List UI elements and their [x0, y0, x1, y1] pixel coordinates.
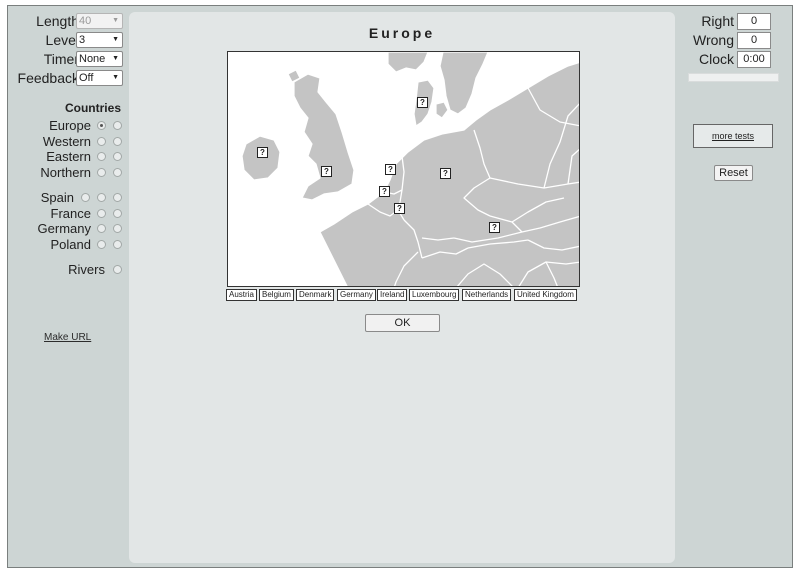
question-marker-germany[interactable]: ? — [440, 168, 451, 179]
question-marker-ireland[interactable]: ? — [257, 147, 268, 158]
level-row: Level 3 ▼ — [8, 32, 129, 49]
chevron-down-icon: ▼ — [112, 74, 119, 81]
option-label: Northern — [40, 165, 91, 180]
radio-germany-1[interactable] — [97, 224, 106, 233]
reset-button[interactable]: Reset — [714, 165, 753, 181]
level-value: 3 — [79, 34, 86, 46]
tag-luxembourg[interactable]: Luxembourg — [409, 289, 460, 301]
map-svg — [228, 52, 579, 286]
radio-germany-2[interactable] — [113, 224, 122, 233]
radio-spain-3[interactable] — [113, 193, 122, 202]
tag-united-kingdom[interactable]: United Kingdom — [514, 289, 577, 301]
radio-poland-2[interactable] — [113, 240, 122, 249]
timer-value: None — [79, 53, 106, 65]
option-label: Poland — [50, 237, 91, 252]
tag-belgium[interactable]: Belgium — [259, 289, 294, 301]
length-value: 40 — [79, 15, 92, 27]
question-marker-uk[interactable]: ? — [321, 166, 332, 177]
make-url-link[interactable]: Make URL — [44, 332, 91, 343]
option-rivers: Rivers — [8, 262, 129, 277]
radio-eastern-1[interactable] — [97, 152, 106, 161]
question-marker-belgium[interactable]: ? — [379, 186, 390, 197]
tag-ireland[interactable]: Ireland — [377, 289, 408, 301]
radio-france-1[interactable] — [97, 209, 106, 218]
option-label: Spain — [40, 190, 74, 205]
clock-label: Clock — [698, 51, 734, 67]
length-label: Length — [36, 13, 79, 29]
option-western: Western — [8, 134, 129, 149]
wrong-label: Wrong — [693, 32, 734, 48]
wrong-row: Wrong 0 — [675, 32, 794, 49]
quiz-frame: Length 40 ▼ Level 3 ▼ Timer None ▼ Feedb… — [7, 5, 793, 568]
option-label: Western — [42, 134, 91, 149]
option-label: Eastern — [46, 149, 91, 164]
right-row: Right 0 — [675, 13, 794, 30]
chevron-down-icon: ▼ — [112, 17, 119, 24]
option-germany: Germany — [8, 221, 129, 236]
countries-heading: Countries — [64, 101, 121, 115]
radio-europe-1[interactable] — [97, 121, 106, 130]
question-marker-austria[interactable]: ? — [489, 222, 500, 233]
tag-netherlands[interactable]: Netherlands — [462, 289, 512, 301]
radio-northern-1[interactable] — [97, 168, 106, 177]
length-row: Length 40 ▼ — [8, 13, 129, 30]
right-count: 0 — [737, 13, 771, 30]
progress-bar — [688, 73, 779, 82]
quiz-title: Europe — [368, 25, 436, 41]
clock-value: 0:00 — [737, 51, 771, 68]
timer-row: Timer None ▼ — [8, 51, 129, 68]
clock-row: Clock 0:00 — [675, 51, 794, 68]
level-select[interactable]: 3 ▼ — [76, 32, 123, 48]
radio-rivers[interactable] — [113, 265, 122, 274]
radio-poland-1[interactable] — [97, 240, 106, 249]
option-label: Germany — [37, 221, 91, 236]
radio-europe-2[interactable] — [113, 121, 122, 130]
radio-france-2[interactable] — [113, 209, 122, 218]
radio-western-2[interactable] — [113, 137, 122, 146]
question-marker-netherlands[interactable]: ? — [385, 164, 396, 175]
quiz-main: Europe ? ? ? ? ? ? ? ? Austria Belgium D… — [129, 12, 675, 563]
chevron-down-icon: ▼ — [112, 55, 119, 62]
radio-northern-2[interactable] — [113, 168, 122, 177]
option-northern: Northern — [8, 165, 129, 180]
radio-eastern-2[interactable] — [113, 152, 122, 161]
europe-map[interactable]: ? ? ? ? ? ? ? ? — [227, 51, 580, 287]
option-eastern: Eastern — [8, 149, 129, 164]
radio-western-1[interactable] — [97, 137, 106, 146]
tag-denmark[interactable]: Denmark — [296, 289, 335, 301]
radio-spain-1[interactable] — [81, 193, 90, 202]
option-label: Europe — [49, 118, 91, 133]
option-europe: Europe — [8, 118, 129, 133]
length-select: 40 ▼ — [76, 13, 123, 29]
option-spain: Spain — [8, 190, 129, 205]
feedback-select[interactable]: Off ▼ — [76, 70, 123, 86]
wrong-count: 0 — [737, 32, 771, 49]
level-label: Level — [45, 32, 79, 48]
score-panel: Right 0 Wrong 0 Clock 0:00 more tests Re… — [675, 6, 794, 567]
question-marker-denmark[interactable]: ? — [417, 97, 428, 108]
option-poland: Poland — [8, 237, 129, 252]
feedback-row: Feedback Off ▼ — [8, 70, 129, 87]
option-france: France — [8, 206, 129, 221]
feedback-value: Off — [79, 72, 94, 84]
option-label: France — [50, 206, 91, 221]
chevron-down-icon: ▼ — [112, 36, 119, 43]
more-tests-button[interactable]: more tests — [693, 124, 773, 148]
tag-austria[interactable]: Austria — [226, 289, 257, 301]
timer-label: Timer — [43, 51, 79, 67]
timer-select[interactable]: None ▼ — [76, 51, 123, 67]
right-label: Right — [701, 13, 734, 29]
tag-germany[interactable]: Germany — [337, 289, 376, 301]
radio-spain-2[interactable] — [97, 193, 106, 202]
feedback-label: Feedback — [17, 70, 79, 86]
ok-button[interactable]: OK — [365, 314, 440, 332]
settings-panel: Length 40 ▼ Level 3 ▼ Timer None ▼ Feedb… — [8, 6, 129, 567]
option-label: Rivers — [68, 262, 105, 277]
question-marker-luxembourg[interactable]: ? — [394, 203, 405, 214]
